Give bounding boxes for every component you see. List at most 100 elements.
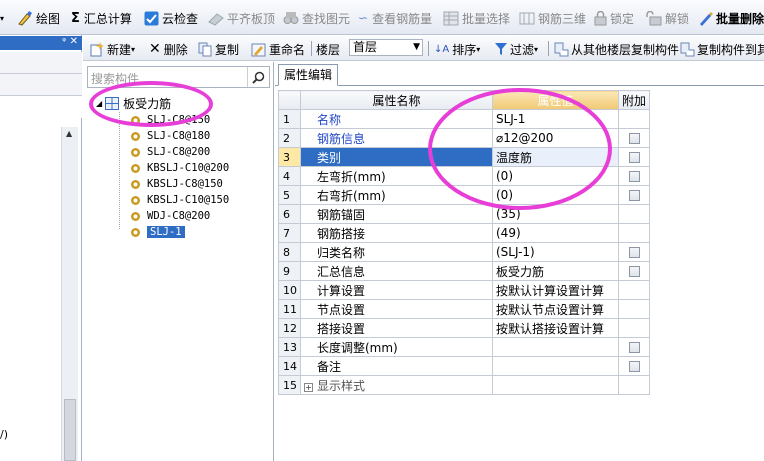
- left-scrollbar[interactable]: ▲: [61, 127, 78, 461]
- sort-button[interactable]: ↓A 排序 ▾: [434, 40, 480, 58]
- property-value[interactable]: (35): [492, 204, 619, 224]
- table-row[interactable]: 10 计算设置 按默认计算设置计算: [278, 280, 651, 300]
- close-icon[interactable]: ✕: [70, 36, 78, 47]
- property-value[interactable]: 按默认搭接设置计算: [492, 318, 619, 338]
- tree-item-label: SLJ-1: [147, 226, 185, 238]
- rename-button[interactable]: 重命名: [251, 40, 305, 58]
- gear-icon: [131, 227, 140, 237]
- folder-icon: [105, 96, 120, 110]
- property-name: 钢筋锚固: [300, 204, 493, 224]
- table-row[interactable]: 12 搭接设置 按默认搭接设置计算: [278, 318, 651, 338]
- lock-button[interactable]: 锁定: [594, 9, 634, 27]
- table-row[interactable]: 11 节点设置 按默认节点设置计算: [278, 299, 651, 319]
- filter-button[interactable]: 过滤 ▾: [494, 40, 538, 58]
- extra-checkbox[interactable]: [628, 247, 640, 258]
- table-row[interactable]: 14 备注: [278, 356, 651, 376]
- extra-checkbox[interactable]: [628, 190, 640, 201]
- tree-root-label: 板受力筋: [123, 96, 172, 111]
- copy-to-other-floor-button[interactable]: 复制构件到其: [680, 40, 764, 58]
- copy-button[interactable]: 复制: [198, 40, 239, 58]
- floor-select[interactable]: 首层 ▼: [349, 39, 423, 56]
- tree-item[interactable]: SLJ-C8@150: [130, 112, 210, 128]
- property-value[interactable]: 按默认计算设置计算: [492, 280, 619, 300]
- tree-guide-line: [119, 112, 120, 229]
- chevron-down-icon[interactable]: ▼: [413, 40, 420, 55]
- tree-item-selected[interactable]: SLJ-1: [130, 224, 185, 240]
- extra-cell: [617, 147, 651, 167]
- table-row[interactable]: 4 左弯折(mm) (0): [278, 166, 651, 186]
- expand-icon[interactable]: +: [304, 382, 313, 392]
- property-value[interactable]: 温度筋: [492, 147, 619, 167]
- extra-checkbox[interactable]: [628, 152, 640, 163]
- list-item[interactable]: [0, 74, 82, 96]
- property-value[interactable]: 按默认节点设置计算: [492, 299, 619, 319]
- property-value[interactable]: (49): [492, 223, 619, 243]
- extra-checkbox[interactable]: [628, 133, 640, 144]
- search-input[interactable]: 搜索构件...: [91, 70, 150, 87]
- table-row[interactable]: 1 名称 SLJ-1: [278, 109, 651, 129]
- extra-cell: [617, 185, 651, 205]
- tree-item[interactable]: WDJ-C8@200: [130, 208, 210, 224]
- extra-checkbox[interactable]: [628, 171, 640, 182]
- property-name-group[interactable]: + 显示样式: [300, 375, 493, 395]
- search-button[interactable]: [247, 67, 269, 87]
- flush-slab-button[interactable]: 平齐板顶: [208, 9, 275, 27]
- tab-property-edit[interactable]: 属性编辑: [278, 64, 338, 86]
- tree-root[interactable]: ◢ 板受力筋: [96, 94, 171, 112]
- extra-checkbox[interactable]: [628, 361, 640, 372]
- table-row[interactable]: 15 + 显示样式: [278, 375, 651, 395]
- tree-item[interactable]: KBSLJ-C8@150: [130, 176, 223, 192]
- search-box[interactable]: 搜索构件...: [87, 66, 270, 88]
- list-item[interactable]: [0, 96, 82, 118]
- property-value[interactable]: (0): [492, 185, 619, 205]
- table-row[interactable]: 13 长度调整(mm): [278, 337, 651, 357]
- scrollbar-thumb[interactable]: [64, 399, 76, 461]
- property-value[interactable]: [492, 375, 619, 395]
- sum-button[interactable]: Σ 汇总计算: [71, 9, 132, 27]
- table-row[interactable]: 8 归类名称 (SLJ-1): [278, 242, 651, 262]
- tree-item[interactable]: SLJ-C8@180: [130, 128, 210, 144]
- unlock-button[interactable]: 解锁: [646, 9, 689, 27]
- tree-item[interactable]: KBSLJ-C10@150: [130, 192, 229, 208]
- batch-select-button[interactable]: 批量选择: [443, 9, 510, 27]
- table-row[interactable]: 6 钢筋锚固 (35): [278, 204, 651, 224]
- batch-delete-button[interactable]: 批量删除: [698, 9, 764, 27]
- property-value[interactable]: [492, 356, 619, 376]
- extra-cell: [617, 223, 651, 243]
- tree-item[interactable]: KBSLJ-C10@200: [130, 160, 229, 176]
- copy-from-other-floor-button[interactable]: 从其他楼层复制构件: [554, 40, 679, 58]
- rebar-3d-button[interactable]: 钢筋三维: [519, 9, 586, 27]
- cloud-check-button[interactable]: 云检查: [144, 9, 198, 27]
- table-row[interactable]: 2 钢筋信息 ⌀12@200: [278, 128, 651, 148]
- property-value[interactable]: ⌀12@200: [492, 128, 619, 148]
- table-row-selected[interactable]: 3 类别 温度筋: [278, 147, 651, 167]
- left-panel-text: /): [0, 428, 8, 441]
- property-value[interactable]: (SLJ-1): [492, 242, 619, 262]
- property-value[interactable]: 板受力筋: [492, 261, 619, 281]
- tree-item-label: SLJ-C8@150: [147, 114, 211, 126]
- property-value[interactable]: (0): [492, 166, 619, 186]
- tree-item[interactable]: SLJ-C8@200: [130, 144, 210, 160]
- extra-checkbox[interactable]: [628, 266, 640, 277]
- delete-button[interactable]: ✕ 删除: [149, 40, 188, 58]
- filter-label: 过滤: [510, 42, 535, 57]
- table-row[interactable]: 5 右弯折(mm) (0): [278, 185, 651, 205]
- copy-floor-icon: [554, 42, 569, 56]
- view-rebar-amount-button[interactable]: ∽ 查看钢筋量: [358, 9, 432, 27]
- collapse-icon[interactable]: ◢: [96, 99, 102, 108]
- property-value[interactable]: SLJ-1: [492, 109, 619, 129]
- extra-cell: [617, 261, 651, 281]
- extra-cell: [617, 318, 651, 338]
- list-item[interactable]: [0, 52, 82, 74]
- toolbar-overflow-icon[interactable]: ▾: [0, 9, 4, 27]
- new-button[interactable]: 新建 ▾: [89, 40, 135, 58]
- extra-cell: [617, 375, 651, 395]
- draw-button[interactable]: 绘图: [17, 9, 60, 27]
- table-row[interactable]: 9 汇总信息 板受力筋: [278, 261, 651, 281]
- property-value[interactable]: [492, 337, 619, 357]
- find-element-button[interactable]: 查找图元: [283, 9, 350, 27]
- table-row[interactable]: 7 钢筋搭接 (49): [278, 223, 651, 243]
- extra-checkbox[interactable]: [628, 342, 640, 353]
- scroll-up-icon[interactable]: ▲: [66, 129, 72, 138]
- pin-icon[interactable]: ᵠ: [62, 37, 66, 47]
